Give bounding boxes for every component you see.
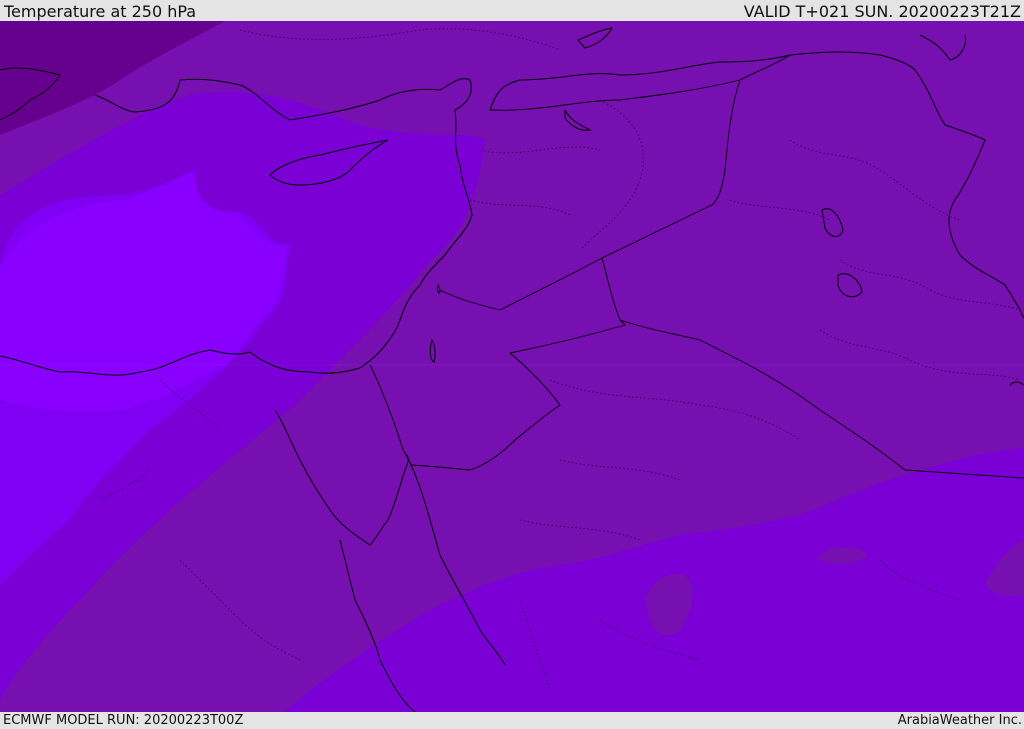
valid-time-label: VALID T+021 SUN. 20200223T21Z [743, 2, 1021, 21]
model-run-label: ECMWF MODEL RUN: 20200223T00Z [3, 713, 244, 728]
temperature-map [0, 21, 1024, 712]
credit-label: ArabiaWeather Inc. [897, 713, 1022, 728]
map-title: Temperature at 250 hPa [4, 2, 197, 21]
